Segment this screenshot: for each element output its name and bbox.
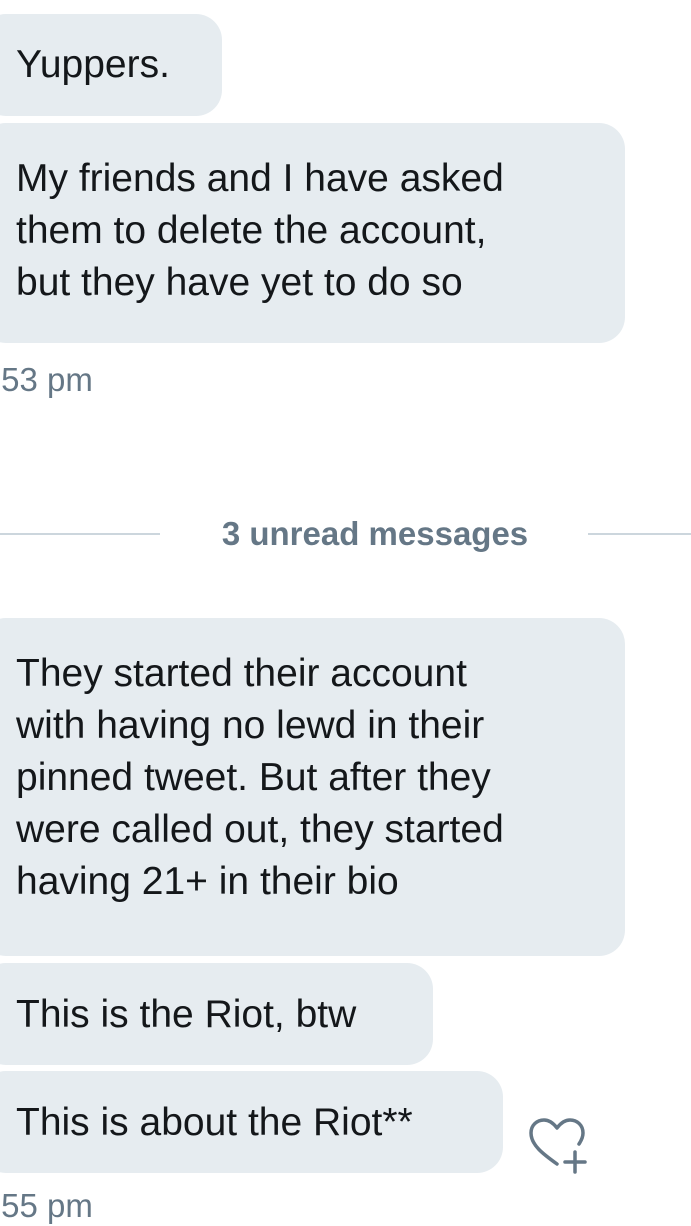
- message-timestamp: :55 pm: [0, 1187, 93, 1224]
- message-bubble[interactable]: This is about the Riot**: [0, 1071, 503, 1173]
- message-text-line: were called out, they started: [16, 808, 504, 851]
- message-text-line: having 21+ in their bio: [16, 860, 399, 903]
- message-timestamp: :53 pm: [0, 361, 93, 398]
- message-bubble[interactable]: Yuppers.: [0, 14, 222, 116]
- divider-line-right: [588, 533, 691, 535]
- message-bubble[interactable]: They started their account with having n…: [0, 618, 625, 956]
- message-text-line: My friends and I have asked: [16, 157, 504, 200]
- heart-plus-icon[interactable]: [525, 1112, 589, 1176]
- message-text-line: them to delete the account,: [16, 209, 487, 252]
- message-text: Yuppers.: [16, 43, 170, 86]
- message-text-line: but they have yet to do so: [16, 261, 463, 304]
- message-text-line: pinned tweet. But after they: [16, 756, 491, 799]
- message-text-line: They started their account: [16, 652, 467, 695]
- message-text-line: with having no lewd in their: [16, 704, 485, 747]
- message-text: This is the Riot, btw: [16, 993, 357, 1036]
- message-bubble[interactable]: My friends and I have asked them to dele…: [0, 123, 625, 343]
- message-bubble[interactable]: This is the Riot, btw: [0, 963, 433, 1065]
- message-text: This is about the Riot**: [16, 1101, 413, 1144]
